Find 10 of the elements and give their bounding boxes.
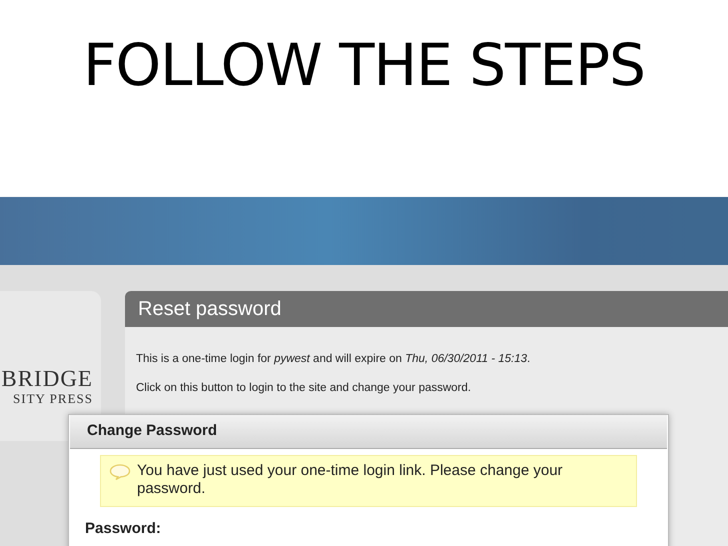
slide-title: FOLLOW THE STEPS (83, 30, 645, 100)
logo-text: SITY PRESS (13, 391, 93, 407)
message-text: You have just used your one-time login link. Please change your password. (137, 462, 564, 499)
speech-bubble-icon (109, 464, 131, 480)
password-label: Password: (85, 520, 161, 537)
dialog-title: Change Password (87, 421, 218, 442)
instruction-text: Click on this button to login to the site and change your password. (136, 381, 472, 396)
intro-text: This is a one-time login for pywest and will expire on Thu, 06/30/2011 - 15:13. (136, 352, 532, 367)
logo-text: BRIDGE (1, 367, 93, 391)
panel-title: Reset password (138, 297, 282, 322)
